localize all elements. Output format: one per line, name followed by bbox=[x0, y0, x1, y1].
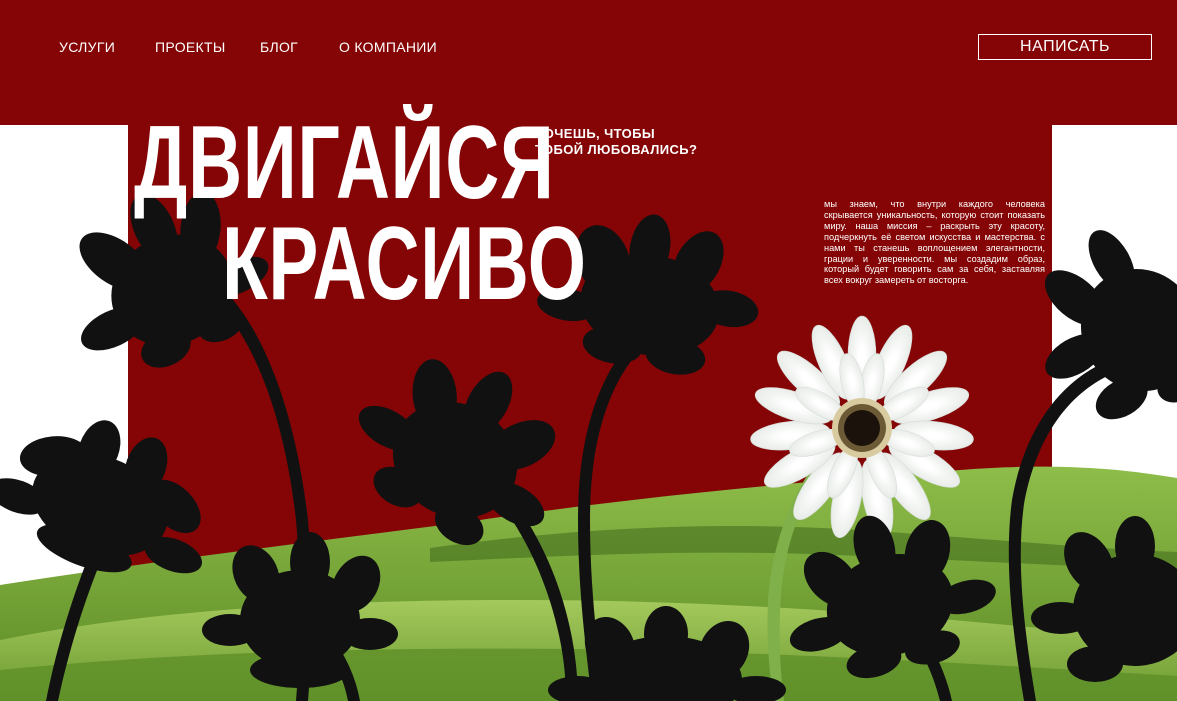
hero-subheading: ХОЧЕШЬ, ЧТОБЫ ТОБОЙ ЛЮБОВАЛИСЬ? bbox=[535, 126, 697, 158]
hero-headline-line1: ДВИГАЙСЯ bbox=[134, 105, 555, 221]
top-navigation: УСЛУГИ ПРОЕКТЫ БЛОГ О КОМПАНИИ НАПИСАТЬ bbox=[0, 0, 1177, 100]
write-button[interactable]: НАПИСАТЬ bbox=[978, 34, 1152, 60]
hero-subheading-line2: ТОБОЙ ЛЮБОВАЛИСЬ? bbox=[535, 142, 698, 157]
nav-link-projects[interactable]: ПРОЕКТЫ bbox=[155, 39, 226, 55]
hero-headline-line2: КРАСИВО bbox=[222, 206, 587, 322]
landing-page: УСЛУГИ ПРОЕКТЫ БЛОГ О КОМПАНИИ НАПИСАТЬ … bbox=[0, 0, 1177, 701]
hero-subheading-line1: ХОЧЕШЬ, ЧТОБЫ bbox=[535, 126, 656, 141]
hero-description: мы знаем, что внутри каждого человека ск… bbox=[824, 199, 1045, 286]
nav-link-services[interactable]: УСЛУГИ bbox=[59, 39, 115, 55]
nav-link-blog[interactable]: БЛОГ bbox=[260, 39, 298, 55]
nav-link-about[interactable]: О КОМПАНИИ bbox=[339, 39, 437, 55]
